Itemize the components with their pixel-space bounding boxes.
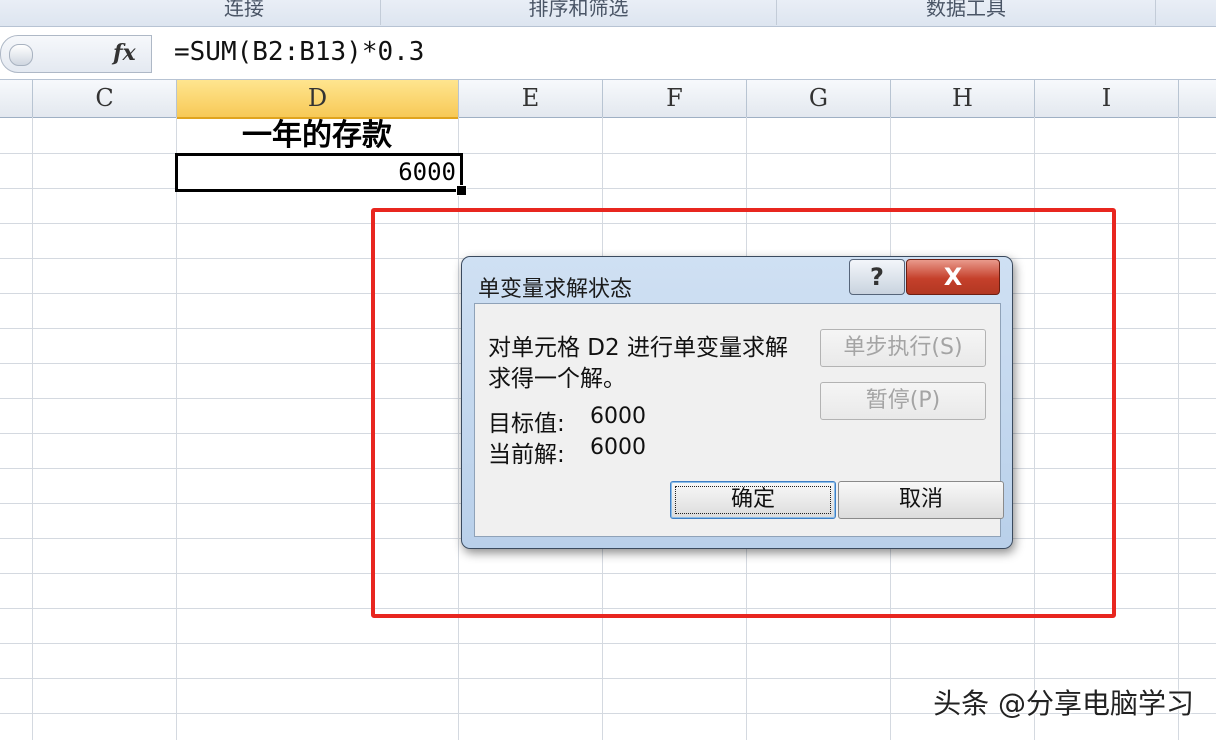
cancel-button[interactable]: 取消: [838, 481, 1004, 519]
formula-bar: fx =SUM(B2:B13)*0.3: [0, 27, 1216, 80]
insert-function-icon[interactable]: fx: [113, 40, 136, 66]
column-header-f[interactable]: F: [603, 80, 747, 117]
focus-ring: [675, 486, 831, 514]
target-value-label: 目标值:: [488, 411, 565, 437]
column-header-h[interactable]: H: [891, 80, 1035, 117]
watermark-text: 头条 @分享电脑学习: [933, 687, 1194, 720]
fill-handle[interactable]: [456, 185, 467, 196]
name-box-area: fx: [0, 35, 152, 73]
dialog-body: 对单元格 D2 进行单变量求解 求得一个解。 目标值: 6000 当前解: 60…: [474, 303, 1004, 537]
ribbon-group-strip: 连接 排序和筛选 数据工具: [0, 0, 1216, 27]
help-icon[interactable]: ?: [849, 259, 905, 295]
cell-d1[interactable]: 一年的存款: [176, 118, 458, 154]
target-value: 6000: [590, 404, 646, 429]
column-header-g[interactable]: G: [747, 80, 891, 117]
ribbon-group-sort-filter: 排序和筛选: [381, 0, 777, 25]
column-header-c[interactable]: C: [33, 80, 177, 117]
pause-button[interactable]: 暂停(P): [820, 382, 986, 420]
cell-d2-value: 6000: [398, 158, 456, 186]
name-box-expand-handle[interactable]: [9, 44, 33, 66]
column-header-d[interactable]: D: [177, 80, 459, 119]
status-message-line2: 求得一个解。: [488, 366, 626, 392]
column-header-e[interactable]: E: [459, 80, 603, 117]
step-button[interactable]: 单步执行(S): [820, 329, 986, 367]
ribbon-group-connections: 连接: [108, 0, 381, 25]
dialog-title: 单变量求解状态: [478, 277, 633, 302]
ok-button[interactable]: 确定: [670, 481, 836, 519]
current-value: 6000: [590, 435, 646, 460]
goal-seek-status-dialog: 单变量求解状态 ? X 对单元格 D2 进行单变量求解 求得一个解。 目标值: …: [461, 256, 1013, 549]
formula-input[interactable]: =SUM(B2:B13)*0.3: [174, 37, 424, 67]
ribbon-group-data-tools: 数据工具: [777, 0, 1156, 25]
cell-d2-selected[interactable]: 6000: [175, 153, 467, 196]
column-headers: C D E F G H I: [0, 80, 1216, 119]
close-icon[interactable]: X: [906, 259, 1000, 295]
status-message-line1: 对单元格 D2 进行单变量求解: [488, 335, 788, 361]
current-value-label: 当前解:: [488, 442, 565, 468]
column-header-b-partial[interactable]: [0, 80, 33, 117]
column-header-i[interactable]: I: [1035, 80, 1179, 117]
